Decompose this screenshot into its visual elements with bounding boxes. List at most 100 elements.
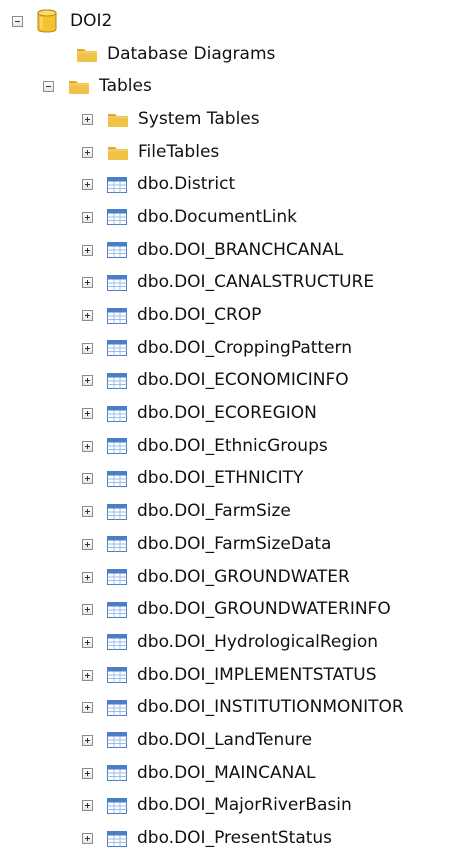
tree-node-tables[interactable]: Tables (0, 70, 464, 103)
table-name: dbo.DOI_ETHNICITY (137, 468, 304, 489)
expand-toggle-icon[interactable] (82, 538, 93, 550)
tree-node-label: System Tables (138, 108, 260, 129)
expand-toggle-icon[interactable] (82, 702, 93, 714)
table-name: dbo.DOI_IMPLEMENTSTATUS (137, 664, 377, 685)
table-icon (107, 176, 127, 193)
expand-toggle-icon[interactable] (82, 473, 93, 485)
table-icon (107, 372, 127, 389)
expand-toggle-icon[interactable] (82, 767, 93, 779)
expand-toggle-icon[interactable] (82, 211, 93, 223)
tree-node-table[interactable]: dbo.DocumentLink (0, 201, 464, 234)
table-name: dbo.DOI_PresentStatus (137, 828, 333, 849)
table-icon (107, 503, 127, 520)
table-icon (107, 307, 127, 324)
table-name: dbo.DOI_EthnicGroups (137, 435, 328, 456)
table-name: dbo.DOI_CANALSTRUCTURE (137, 272, 375, 293)
table-name: dbo.DOI_MAINCANAL (137, 762, 316, 783)
tree-node-table[interactable]: dbo.DOI_ECONOMICINFO (0, 365, 464, 398)
table-name: dbo.DOI_ECOREGION (137, 403, 317, 424)
expand-toggle-icon[interactable] (82, 179, 93, 191)
tree-node-table[interactable]: dbo.DOI_EthnicGroups (0, 430, 464, 463)
expand-toggle-icon[interactable] (82, 244, 93, 256)
expand-toggle-icon[interactable] (82, 440, 93, 452)
table-name: dbo.DOI_GROUNDWATER (137, 566, 350, 587)
tree-node-table[interactable]: dbo.DOI_BRANCHCANAL (0, 234, 464, 267)
tree-node-table[interactable]: dbo.DOI_PresentStatus (0, 822, 464, 855)
expand-toggle-icon[interactable] (82, 669, 93, 681)
table-icon (107, 830, 127, 847)
table-name: dbo.DOI_BRANCHCANAL (137, 239, 344, 260)
tree-node-table[interactable]: dbo.DOI_GROUNDWATER (0, 561, 464, 594)
tree-node-subfolder[interactable]: FileTables (0, 136, 464, 169)
tree-node-table[interactable]: dbo.DOI_IMPLEMENTSTATUS (0, 659, 464, 692)
expand-toggle-icon[interactable] (82, 800, 93, 812)
tree-node-table[interactable]: dbo.DOI_ETHNICITY (0, 463, 464, 496)
expand-toggle-icon[interactable] (82, 113, 93, 125)
expand-toggle-icon[interactable] (82, 342, 93, 354)
object-explorer-tree: DOI2 Database Diagrams Tables System Tab… (0, 5, 464, 855)
table-icon (107, 732, 127, 749)
expand-toggle-icon[interactable] (82, 734, 93, 746)
tree-node-table[interactable]: dbo.DOI_CroppingPattern (0, 332, 464, 365)
tree-node-table[interactable]: dbo.DOI_GROUNDWATERINFO (0, 593, 464, 626)
table-icon (107, 340, 127, 357)
table-name: dbo.DOI_GROUNDWATERINFO (137, 599, 391, 620)
collapse-toggle-icon[interactable] (12, 15, 23, 27)
table-name: dbo.DocumentLink (137, 206, 297, 227)
tree-node-table[interactable]: dbo.DOI_CANALSTRUCTURE (0, 267, 464, 300)
expand-toggle-icon[interactable] (82, 375, 93, 387)
table-name: dbo.DOI_INSTITUTIONMONITOR (137, 697, 404, 718)
expand-toggle-icon[interactable] (82, 277, 93, 289)
expand-toggle-icon[interactable] (82, 571, 93, 583)
expand-toggle-icon[interactable] (82, 310, 93, 322)
table-name: dbo.DOI_LandTenure (137, 729, 313, 750)
expand-toggle-icon[interactable] (82, 604, 93, 616)
tree-node-table[interactable]: dbo.DOI_FarmSize (0, 495, 464, 528)
tree-node-subfolder[interactable]: System Tables (0, 103, 464, 136)
table-icon (107, 667, 127, 684)
tree-node-table[interactable]: dbo.District (0, 168, 464, 201)
expand-toggle-icon[interactable] (82, 636, 93, 648)
expand-toggle-icon[interactable] (82, 833, 93, 845)
table-name: dbo.DOI_ECONOMICINFO (137, 370, 349, 391)
folder-icon (69, 81, 89, 95)
collapse-toggle-icon[interactable] (43, 81, 54, 93)
table-icon (107, 699, 127, 716)
tree-node-database[interactable]: DOI2 (0, 5, 464, 38)
table-icon (107, 569, 127, 586)
table-icon (107, 438, 127, 455)
table-icon (107, 242, 127, 259)
table-name: dbo.District (137, 174, 236, 195)
expand-toggle-icon[interactable] (82, 506, 93, 518)
table-name: dbo.DOI_FarmSize (137, 501, 291, 522)
tree-node-table[interactable]: dbo.DOI_CROP (0, 299, 464, 332)
tree-node-database-diagrams[interactable]: Database Diagrams (0, 38, 464, 71)
table-icon (107, 634, 127, 651)
tree-node-table[interactable]: dbo.DOI_FarmSizeData (0, 528, 464, 561)
tree-node-label: FileTables (138, 141, 220, 162)
table-icon (107, 536, 127, 553)
database-name: DOI2 (70, 10, 113, 31)
folder-icon (77, 48, 97, 62)
expand-toggle-icon[interactable] (82, 146, 93, 158)
tree-node-table[interactable]: dbo.DOI_MAINCANAL (0, 757, 464, 790)
tree-node-table[interactable]: dbo.DOI_HydrologicalRegion (0, 626, 464, 659)
tree-node-label: Database Diagrams (107, 43, 276, 64)
table-icon (107, 765, 127, 782)
table-icon (107, 209, 127, 226)
table-icon (107, 470, 127, 487)
tree-node-table[interactable]: dbo.DOI_INSTITUTIONMONITOR (0, 691, 464, 724)
expand-toggle-icon[interactable] (82, 408, 93, 420)
table-name: dbo.DOI_FarmSizeData (137, 533, 332, 554)
tree-node-table[interactable]: dbo.DOI_MajorRiverBasin (0, 790, 464, 823)
tree-node-table[interactable]: dbo.DOI_ECOREGION (0, 397, 464, 430)
folder-icon (108, 113, 128, 127)
table-icon (107, 274, 127, 291)
table-name: dbo.DOI_HydrologicalRegion (137, 631, 379, 652)
tree-node-table[interactable]: dbo.DOI_LandTenure (0, 724, 464, 757)
table-icon (107, 601, 127, 618)
table-name: dbo.DOI_CroppingPattern (137, 337, 352, 358)
database-icon (37, 9, 57, 33)
table-icon (107, 405, 127, 422)
tree-node-label: Tables (99, 76, 152, 97)
